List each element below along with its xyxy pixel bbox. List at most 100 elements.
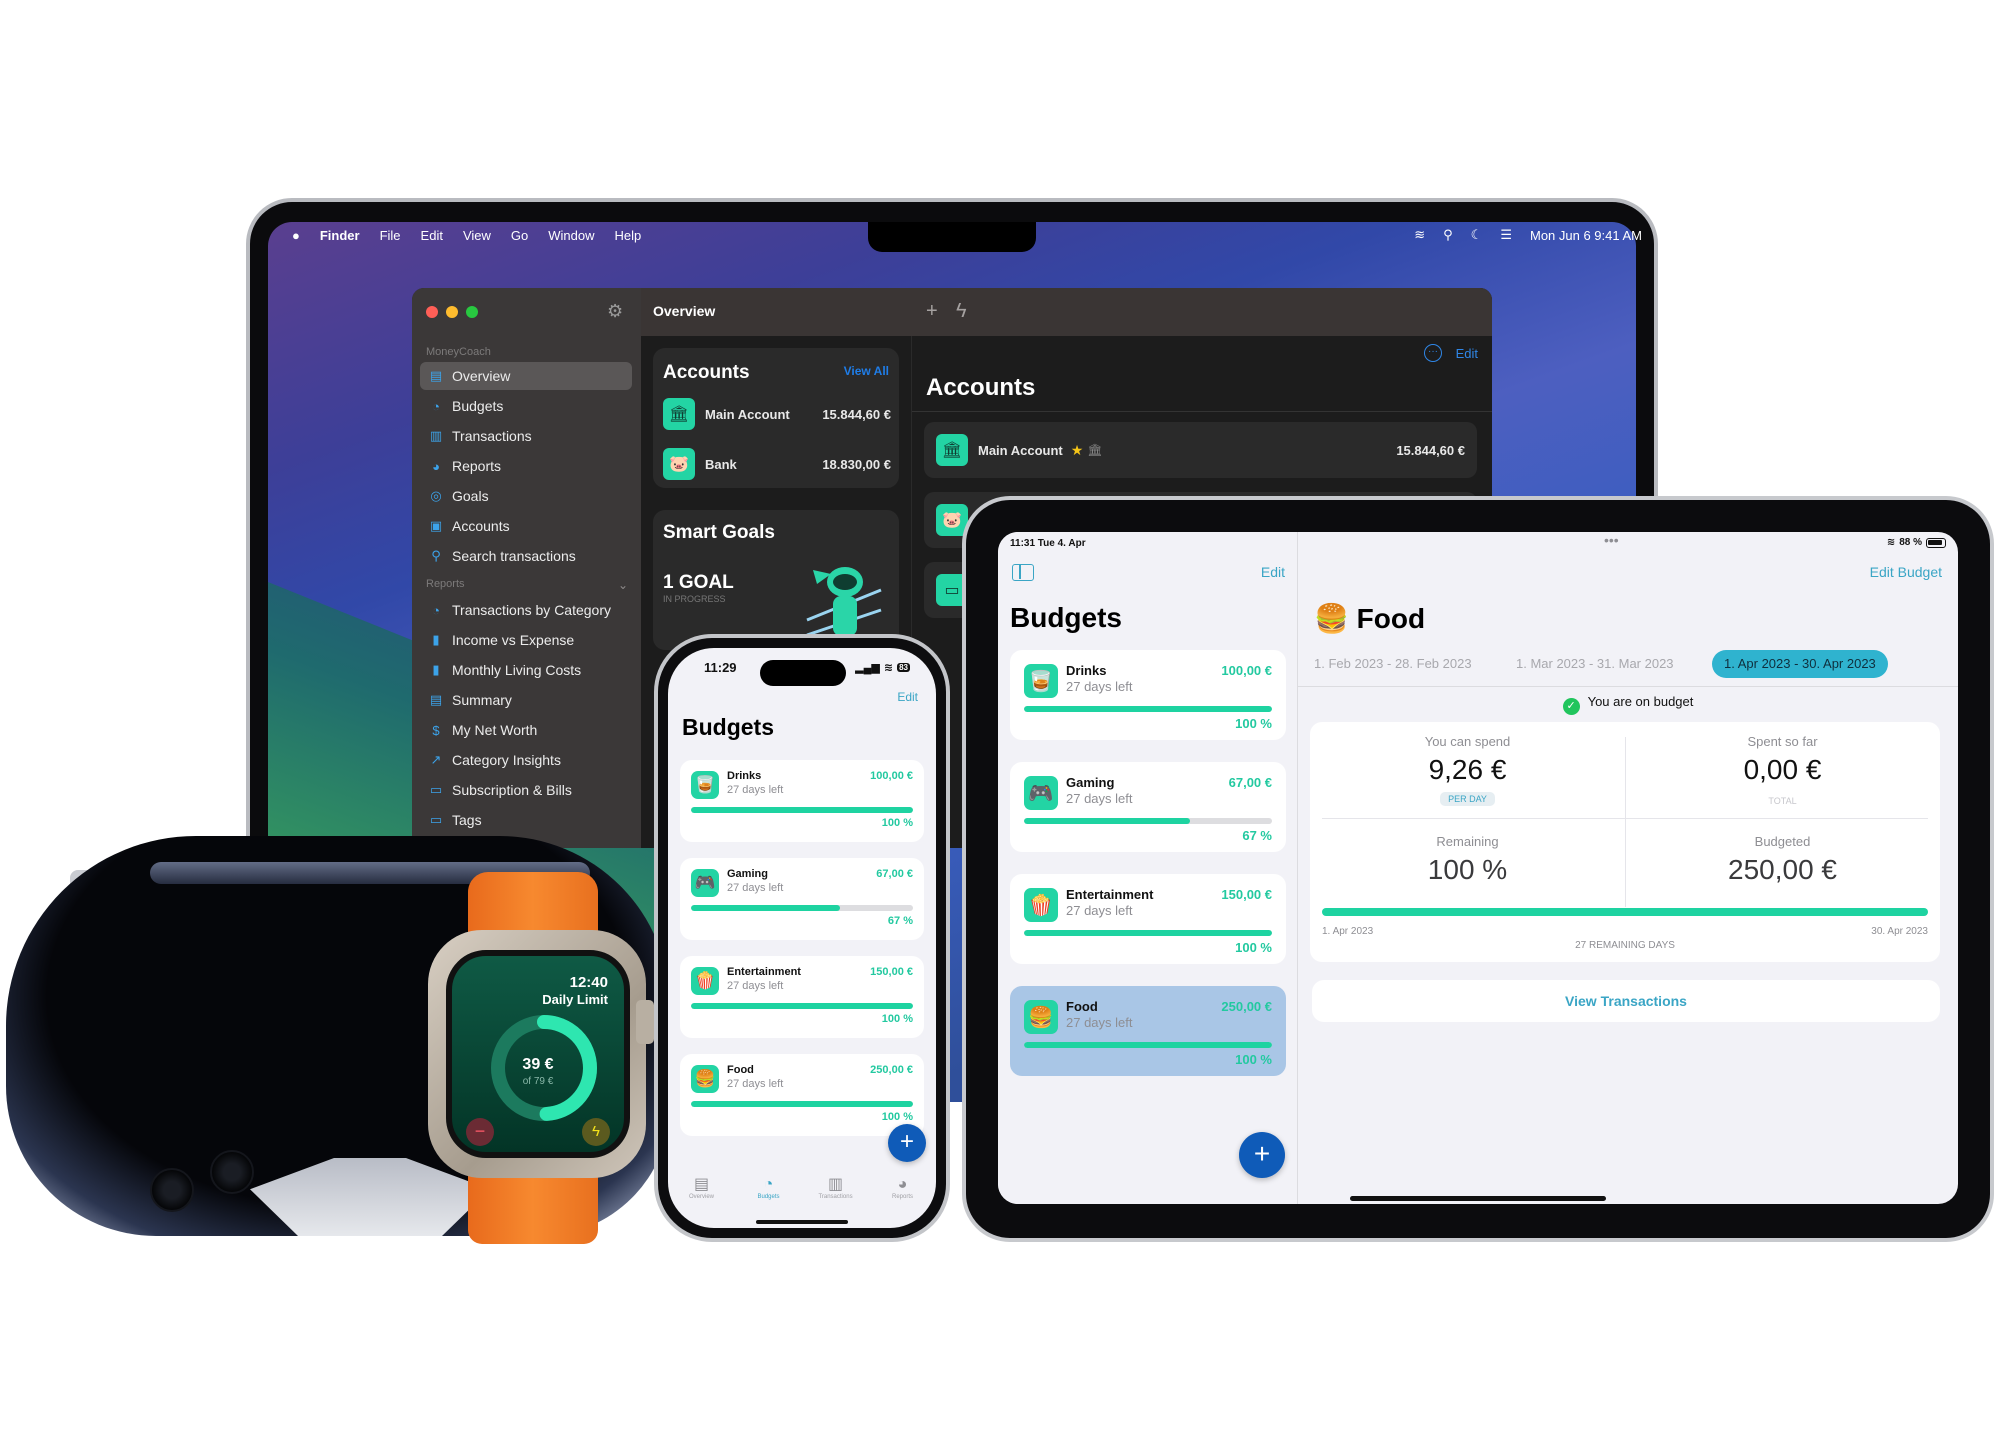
- sidebar-item-label: Tags: [452, 812, 482, 828]
- menu-bar-status: ≋ ⚲ ☾ ☰ Mon Jun 6 9:41 AM: [1414, 222, 1642, 248]
- sidebar-section-reports: Reports: [426, 578, 465, 590]
- entertainment-emoji-icon: 🍿: [691, 967, 719, 995]
- account-row[interactable]: 🏛 Main Account ★ 🏛 15.844,60 €: [924, 422, 1477, 478]
- sidebar-item-overview[interactable]: ▤ Overview: [420, 362, 632, 390]
- view-all-link[interactable]: View All: [844, 364, 889, 378]
- budget-amount: 250,00 €: [1221, 999, 1272, 1014]
- budget-amount: 150,00 €: [870, 966, 913, 978]
- sidebar-item-accounts[interactable]: ▣ Accounts: [420, 512, 632, 540]
- budget-card[interactable]: 🥃 Drinks 27 days left 100,00 €100 %: [680, 760, 924, 842]
- sidebar-item-transactions[interactable]: ▥ Transactions: [420, 422, 632, 450]
- sidebar-item-reports[interactable]: ◕ Reports: [420, 452, 632, 480]
- period-tab[interactable]: 1. Mar 2023 - 31. Mar 2023: [1516, 650, 1674, 678]
- sidebar-item-category-insights[interactable]: ↗ Category Insights: [420, 746, 632, 774]
- sidebar-item-goals[interactable]: ◎ Goals: [420, 482, 632, 510]
- budget-name: Entertainment: [1066, 887, 1154, 902]
- control-center-icon[interactable]: ☰: [1500, 227, 1512, 243]
- edit-button[interactable]: Edit: [1456, 346, 1478, 361]
- budget-card[interactable]: 🍔 Food 27 days left 250,00 €100 %: [1010, 986, 1286, 1076]
- budget-name: Food: [727, 1064, 754, 1076]
- budget-card[interactable]: 🍿 Entertainment 27 days left 150,00 €100 %: [680, 956, 924, 1038]
- period-tab-active[interactable]: 1. Apr 2023 - 30. Apr 2023: [1712, 650, 1888, 678]
- minus-button[interactable]: −: [466, 1118, 494, 1146]
- remaining-value: 100 %: [1427, 854, 1508, 885]
- sidebar-item-label: Overview: [452, 368, 511, 384]
- account-row[interactable]: 🏛 Main Account 15.844,60 €: [663, 398, 891, 430]
- edit-budget-button[interactable]: Edit Budget: [1870, 564, 1942, 580]
- moon-icon[interactable]: ☾: [1471, 227, 1483, 243]
- period-tab[interactable]: 1. Feb 2023 - 28. Feb 2023: [1314, 650, 1472, 678]
- menu-bar-clock[interactable]: Mon Jun 6 9:41 AM: [1530, 228, 1642, 243]
- chevron-down-icon[interactable]: ⌄: [618, 578, 628, 592]
- menu-go[interactable]: Go: [511, 228, 528, 243]
- food-emoji-icon: 🍔: [691, 1065, 719, 1093]
- star-icon: ★: [1070, 441, 1084, 458]
- status-time: 11:29: [704, 660, 737, 675]
- budget-percent: 100 %: [1235, 940, 1272, 955]
- budget-card[interactable]: 🎮 Gaming 27 days left 67,00 €67 %: [680, 858, 924, 940]
- budget-card[interactable]: 🍿 Entertainment 27 days left 150,00 €100 %: [1010, 874, 1286, 964]
- menu-file[interactable]: File: [380, 228, 401, 243]
- budget-percent: 100 %: [881, 1013, 913, 1025]
- smart-goals-card[interactable]: Smart Goals 1 GOAL IN PROGRESS: [653, 510, 899, 650]
- sidebar-item-my-net-worth[interactable]: $ My Net Worth: [420, 716, 632, 744]
- lightning-icon[interactable]: ϟ: [956, 300, 967, 323]
- sidebar-item-label: Monthly Living Costs: [452, 662, 582, 678]
- sidebar-item-tags[interactable]: ▭ Tags: [420, 806, 632, 834]
- minimize-window-button[interactable]: [446, 306, 458, 318]
- sidebar-item-transactions-by-category[interactable]: ◔ Transactions by Category: [420, 596, 632, 624]
- pie-chart-icon: ◕: [432, 458, 440, 474]
- start-date: 1. Apr 2023: [1322, 926, 1374, 937]
- sidebar-item-income-vs-expense[interactable]: ▮ Income vs Expense: [420, 626, 632, 654]
- tab-overview[interactable]: ▤ Overview: [672, 1176, 732, 1216]
- tab-label: Overview: [688, 1194, 714, 1200]
- edit-button[interactable]: Edit: [897, 690, 918, 704]
- menu-edit[interactable]: Edit: [421, 228, 443, 243]
- tab-bar: ▤ Overview ◔ Budgets ▥ Transactions ◕ Reports: [668, 1176, 936, 1216]
- add-budget-button[interactable]: +: [1239, 1132, 1285, 1178]
- gaming-emoji-icon: 🎮: [1024, 776, 1058, 810]
- view-transactions-button[interactable]: View Transactions: [1312, 980, 1940, 1022]
- budget-card[interactable]: 🥃 Drinks 27 days left 100,00 €100 %: [1010, 650, 1286, 740]
- zoom-window-button[interactable]: [466, 306, 478, 318]
- add-budget-button[interactable]: +: [888, 1124, 926, 1162]
- budget-progress-bar: [691, 1101, 913, 1107]
- tab-label: Transactions: [818, 1194, 853, 1200]
- add-icon[interactable]: +: [926, 300, 938, 323]
- gear-icon[interactable]: ⚙: [607, 301, 623, 322]
- budget-progress-fill: [691, 807, 913, 813]
- account-row[interactable]: 🐷 Bank 18.830,00 €: [663, 448, 891, 480]
- menu-window[interactable]: Window: [548, 228, 594, 243]
- camera-icon: [210, 1150, 254, 1194]
- budget-card[interactable]: 🎮 Gaming 27 days left 67,00 €67 %: [1010, 762, 1286, 852]
- sidebar-item-label: Transactions by Category: [452, 602, 611, 618]
- menu-finder[interactable]: Finder: [320, 228, 360, 243]
- multitasking-dots-icon[interactable]: •••: [1604, 532, 1619, 548]
- lightning-button[interactable]: ϟ: [582, 1118, 610, 1146]
- tab-reports[interactable]: ◕ Reports: [873, 1176, 933, 1216]
- more-options-icon[interactable]: ···: [1424, 344, 1442, 362]
- sidebar-item-monthly-living-costs[interactable]: ▮ Monthly Living Costs: [420, 656, 632, 684]
- sidebar-toggle-icon[interactable]: [1012, 564, 1034, 581]
- sidebar-item-budgets[interactable]: ◔ Budgets: [420, 392, 632, 420]
- budget-amount: 67,00 €: [876, 868, 913, 880]
- accounts-title: Accounts: [926, 374, 1036, 401]
- edit-button[interactable]: Edit: [1261, 564, 1285, 580]
- budget-amount: 100,00 €: [1221, 663, 1272, 678]
- sidebar-item-subscription-bills[interactable]: ▭ Subscription & Bills: [420, 776, 632, 804]
- menu-help[interactable]: Help: [615, 228, 642, 243]
- search-icon[interactable]: ⚲: [1443, 227, 1453, 243]
- sidebar-item-summary[interactable]: ▤ Summary: [420, 686, 632, 714]
- watch-crown[interactable]: [636, 1000, 654, 1044]
- close-window-button[interactable]: [426, 306, 438, 318]
- budget-amount: 100,00 €: [870, 770, 913, 782]
- apple-logo-icon[interactable]: ●: [292, 228, 300, 243]
- pie-chart-icon: ◕: [897, 1176, 908, 1193]
- wifi-icon[interactable]: ≋: [1414, 227, 1425, 243]
- tab-budgets[interactable]: ◔ Budgets: [739, 1176, 799, 1216]
- tab-transactions[interactable]: ▥ Transactions: [806, 1176, 866, 1216]
- budget-card[interactable]: 🍔 Food 27 days left 250,00 €100 %: [680, 1054, 924, 1136]
- sidebar-item-search-transactions[interactable]: ⚲ Search transactions: [420, 542, 632, 570]
- menu-view[interactable]: View: [463, 228, 491, 243]
- dollar-circle-icon: $: [432, 722, 440, 738]
